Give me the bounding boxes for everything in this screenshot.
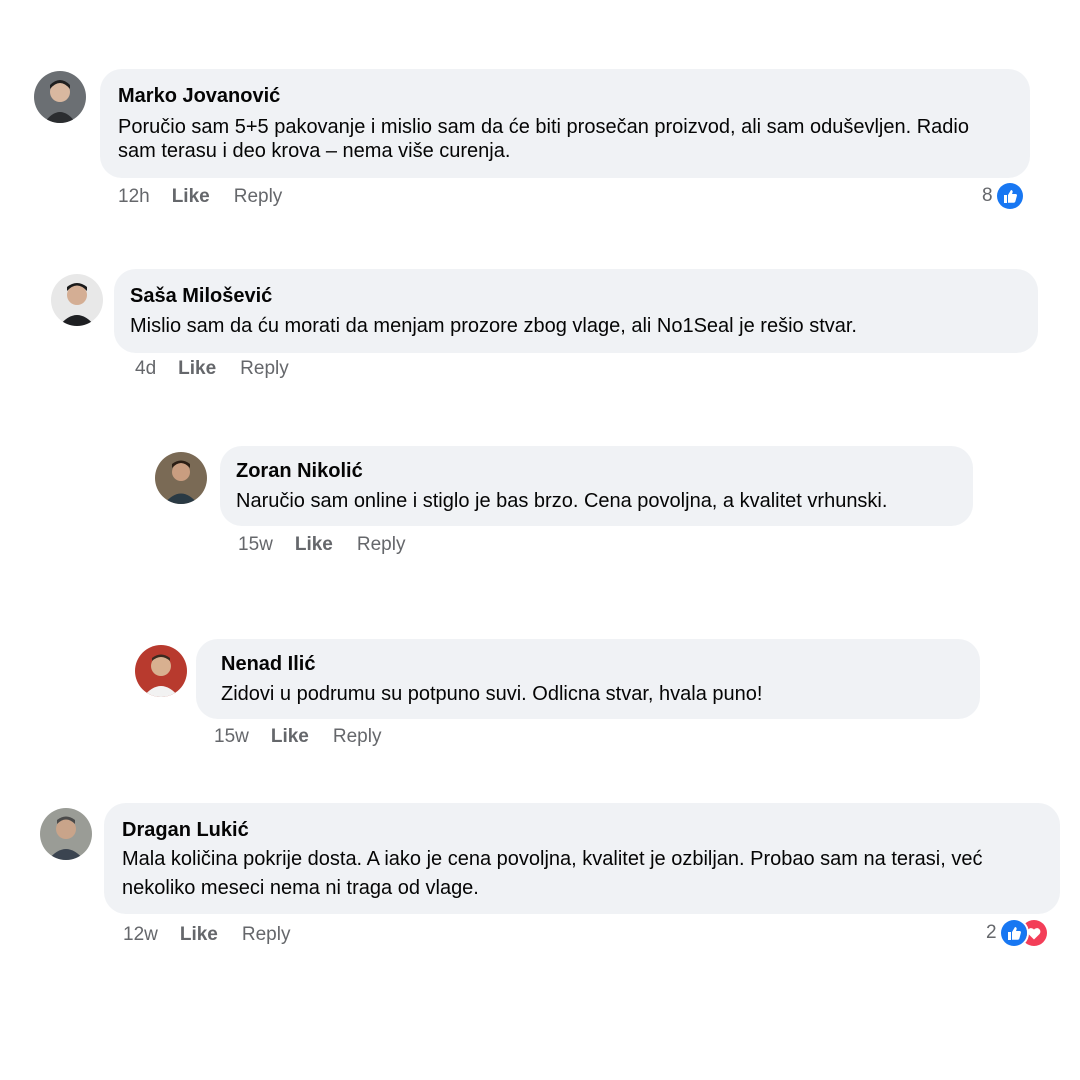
like-button[interactable]: Like	[295, 534, 333, 556]
comment-text: Naručio sam online i stiglo je bas brzo.…	[236, 490, 888, 512]
like-button[interactable]: Like	[172, 186, 210, 208]
like-icon	[998, 918, 1029, 948]
comment-time[interactable]: 15w	[214, 726, 249, 748]
comment-actions: 12w Like Reply	[123, 922, 290, 948]
comment-author[interactable]: Dragan Lukić	[122, 817, 1042, 843]
comment-time[interactable]: 12w	[123, 924, 158, 946]
comment-text: Mala količina pokrije dosta. A iako je c…	[122, 848, 983, 899]
comment-time[interactable]: 4d	[135, 358, 156, 380]
comment-bubble: Zoran Nikolić Naručio sam online i stigl…	[220, 446, 973, 526]
comment-actions: 15w Like Reply	[214, 724, 381, 750]
like-icon	[994, 181, 1025, 211]
avatar[interactable]	[34, 71, 86, 123]
reactions[interactable]: 8	[982, 181, 1025, 211]
avatar[interactable]	[155, 452, 207, 504]
avatar[interactable]	[51, 274, 103, 326]
comment-actions: 15w Like Reply	[238, 532, 405, 558]
reactions[interactable]: 2	[986, 918, 1049, 948]
comment-time[interactable]: 15w	[238, 534, 273, 556]
comment-text: Zidovi u podrumu su potpuno suvi. Odlicn…	[221, 683, 763, 705]
reply-button[interactable]: Reply	[333, 726, 382, 748]
like-button[interactable]: Like	[271, 726, 309, 748]
comment-actions: 4d Like Reply	[135, 356, 289, 382]
avatar[interactable]	[40, 808, 92, 860]
comment-time[interactable]: 12h	[118, 186, 150, 208]
reply-button[interactable]: Reply	[240, 358, 289, 380]
comment-actions: 12h Like Reply	[118, 184, 282, 210]
comment-bubble: Dragan Lukić Mala količina pokrije dosta…	[104, 803, 1060, 914]
reaction-count: 2	[986, 922, 997, 943]
comment-author[interactable]: Marko Jovanović	[118, 83, 1012, 109]
comment-author[interactable]: Zoran Nikolić	[236, 458, 955, 484]
reply-button[interactable]: Reply	[242, 924, 291, 946]
comment-text: Mislio sam da ću morati da menjam prozor…	[130, 315, 857, 337]
reaction-count: 8	[982, 185, 993, 206]
comment-bubble: Saša Milošević Mislio sam da ću morati d…	[114, 269, 1038, 353]
comment-author[interactable]: Nenad Ilić	[221, 651, 962, 677]
comment-author[interactable]: Saša Milošević	[130, 283, 1020, 309]
like-button[interactable]: Like	[180, 924, 218, 946]
comment-bubble: Nenad Ilić Zidovi u podrumu su potpuno s…	[196, 639, 980, 719]
reply-button[interactable]: Reply	[357, 534, 406, 556]
like-button[interactable]: Like	[178, 358, 216, 380]
comment-text: Poručio sam 5+5 pakovanje i mislio sam d…	[118, 116, 969, 162]
avatar[interactable]	[135, 645, 187, 697]
comment-bubble: Marko Jovanović Poručio sam 5+5 pakovanj…	[100, 69, 1030, 178]
reply-button[interactable]: Reply	[234, 186, 283, 208]
